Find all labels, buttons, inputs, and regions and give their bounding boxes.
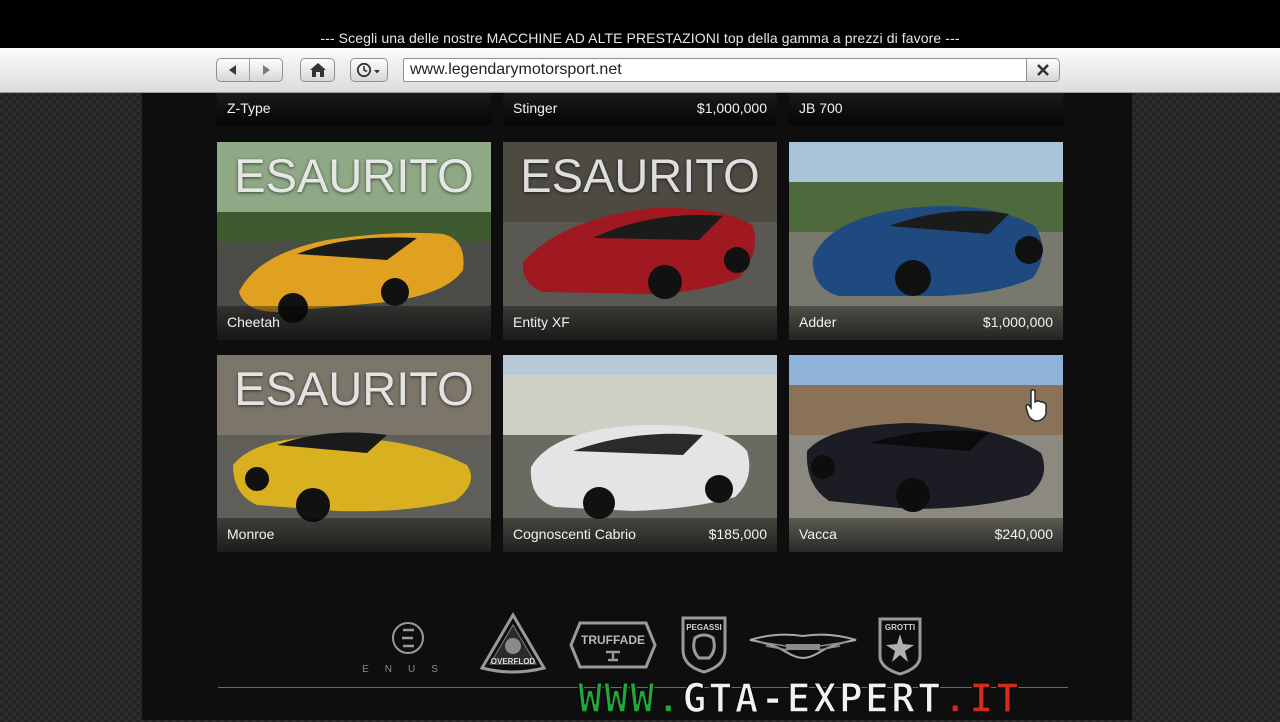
clock-icon: [356, 62, 380, 78]
car-price: $240,000: [994, 526, 1053, 542]
forward-button[interactable]: [250, 59, 282, 81]
watermark-part: WWW.: [577, 676, 683, 722]
brand-label: OVERFLOD: [491, 657, 536, 666]
promo-text: --- Scegli una delle nostre MACCHINE AD …: [320, 30, 960, 46]
car-card-stinger[interactable]: Stinger $1,000,000: [503, 93, 777, 125]
history-button[interactable]: [350, 58, 388, 82]
brand-label: GROTTI: [885, 623, 915, 632]
car-name: Vacca: [799, 526, 837, 542]
car-name: Z-Type: [227, 100, 271, 116]
brand-label: PEGASSI: [686, 623, 722, 632]
close-icon: [1037, 64, 1049, 76]
car-card-entity-xf[interactable]: ESAURITO Entity XF: [503, 142, 777, 340]
brand-winged[interactable]: [746, 630, 860, 669]
car-card-adder[interactable]: Adder $1,000,000: [789, 142, 1063, 340]
sold-out-label: ESAURITO: [234, 149, 474, 202]
sold-out-label: ESAURITO: [520, 149, 760, 202]
car-name: Cheetah: [227, 314, 280, 330]
car-name: Stinger: [513, 100, 558, 116]
watermark-part: .IT: [942, 676, 1022, 722]
brand-label: ENUS: [362, 664, 454, 675]
brand-pegassi[interactable]: PEGASSI: [679, 614, 729, 679]
pegassi-logo: PEGASSI: [681, 616, 727, 674]
back-button[interactable]: [217, 59, 249, 81]
brand-grotti[interactable]: GROTTI: [876, 616, 924, 681]
car-card-z-type[interactable]: Z-Type: [217, 93, 491, 125]
car-price: $1,000,000: [982, 314, 1053, 330]
winged-logo: [749, 633, 857, 660]
car-card-vacca[interactable]: Vacca $240,000: [789, 355, 1063, 552]
car-name: JB 700: [799, 100, 843, 116]
top-banner: --- Scegli una delle nostre MACCHINE AD …: [0, 0, 1280, 48]
truffade-logo: TRUFFADE: [569, 621, 657, 669]
car-name: Monroe: [227, 526, 275, 542]
car-name: Entity XF: [513, 314, 570, 330]
watermark-part: GTA-EXPERT: [682, 676, 944, 722]
brand-logo-row: ENUS OVERFLOD TRUFFADE PEGASSI GROTTI: [212, 612, 932, 678]
sold-out-label: ESAURITO: [234, 362, 474, 415]
brand-enus[interactable]: ENUS: [358, 618, 458, 681]
clear-url-button[interactable]: [1026, 58, 1060, 82]
forward-arrow-icon: [262, 65, 270, 75]
enus-logo: ENUS: [362, 622, 454, 675]
overflod-logo: OVERFLOD: [479, 612, 547, 674]
back-arrow-icon: [229, 65, 236, 75]
url-input[interactable]: www.legendarymotorsport.net: [403, 58, 1027, 82]
car-card-jb-700[interactable]: JB 700: [789, 93, 1063, 125]
home-icon: [309, 63, 326, 77]
grotti-logo: GROTTI: [878, 617, 922, 676]
car-name: Adder: [799, 314, 837, 330]
car-card-cheetah[interactable]: ESAURITO Cheetah: [217, 142, 491, 340]
car-card-cognoscenti-cabrio[interactable]: Cognoscenti Cabrio $185,000: [503, 355, 777, 552]
hand-cursor-icon: [1025, 389, 1047, 422]
browser-toolbar: www.legendarymotorsport.net: [0, 48, 1280, 93]
brand-overflod[interactable]: OVERFLOD: [478, 612, 548, 679]
watermark: WWW.GTA-EXPERT.IT: [577, 676, 1280, 722]
brand-label: TRUFFADE: [581, 633, 645, 647]
nav-button-group: [216, 58, 283, 82]
car-card-monroe[interactable]: ESAURITO Monroe: [217, 355, 491, 552]
car-price: $1,000,000: [696, 100, 767, 116]
car-name: Cognoscenti Cabrio: [513, 526, 636, 542]
home-button[interactable]: [300, 58, 335, 82]
car-price: $185,000: [708, 526, 767, 542]
brand-truffade[interactable]: TRUFFADE: [568, 620, 658, 675]
